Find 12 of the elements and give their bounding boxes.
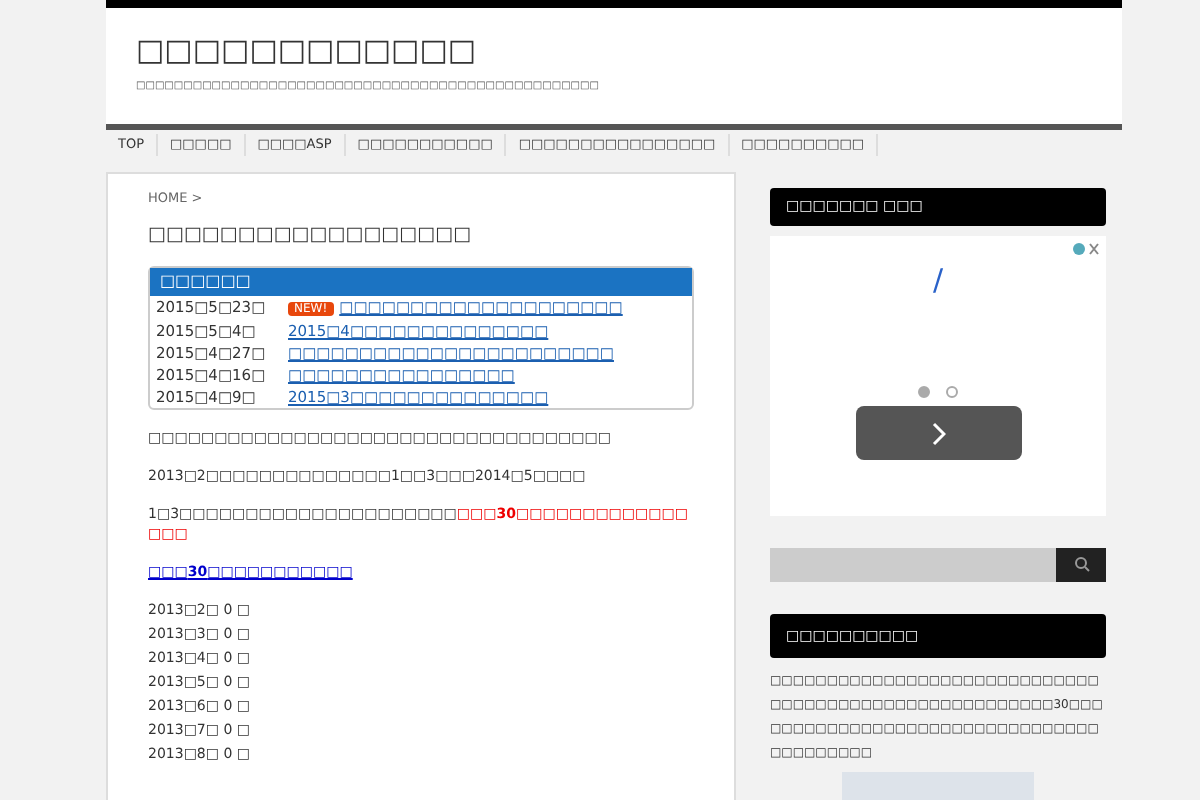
search-icon bbox=[1073, 556, 1089, 573]
ad-info-icon[interactable] bbox=[1072, 241, 1100, 256]
news-box-title: □□□□□□ bbox=[150, 268, 692, 297]
chevron-right-icon bbox=[930, 421, 946, 446]
next-button[interactable] bbox=[855, 406, 1021, 461]
ad-text: / bbox=[932, 259, 944, 302]
carousel-dot[interactable] bbox=[946, 386, 958, 399]
site-title[interactable]: □□□□□□□□□□□□ bbox=[136, 32, 1092, 68]
search-field[interactable] bbox=[770, 547, 1056, 582]
search-button[interactable] bbox=[1056, 547, 1106, 582]
carousel-dot[interactable] bbox=[918, 386, 930, 399]
post-title: □□□□□□□□□□□□□□□□□□ bbox=[148, 222, 474, 250]
